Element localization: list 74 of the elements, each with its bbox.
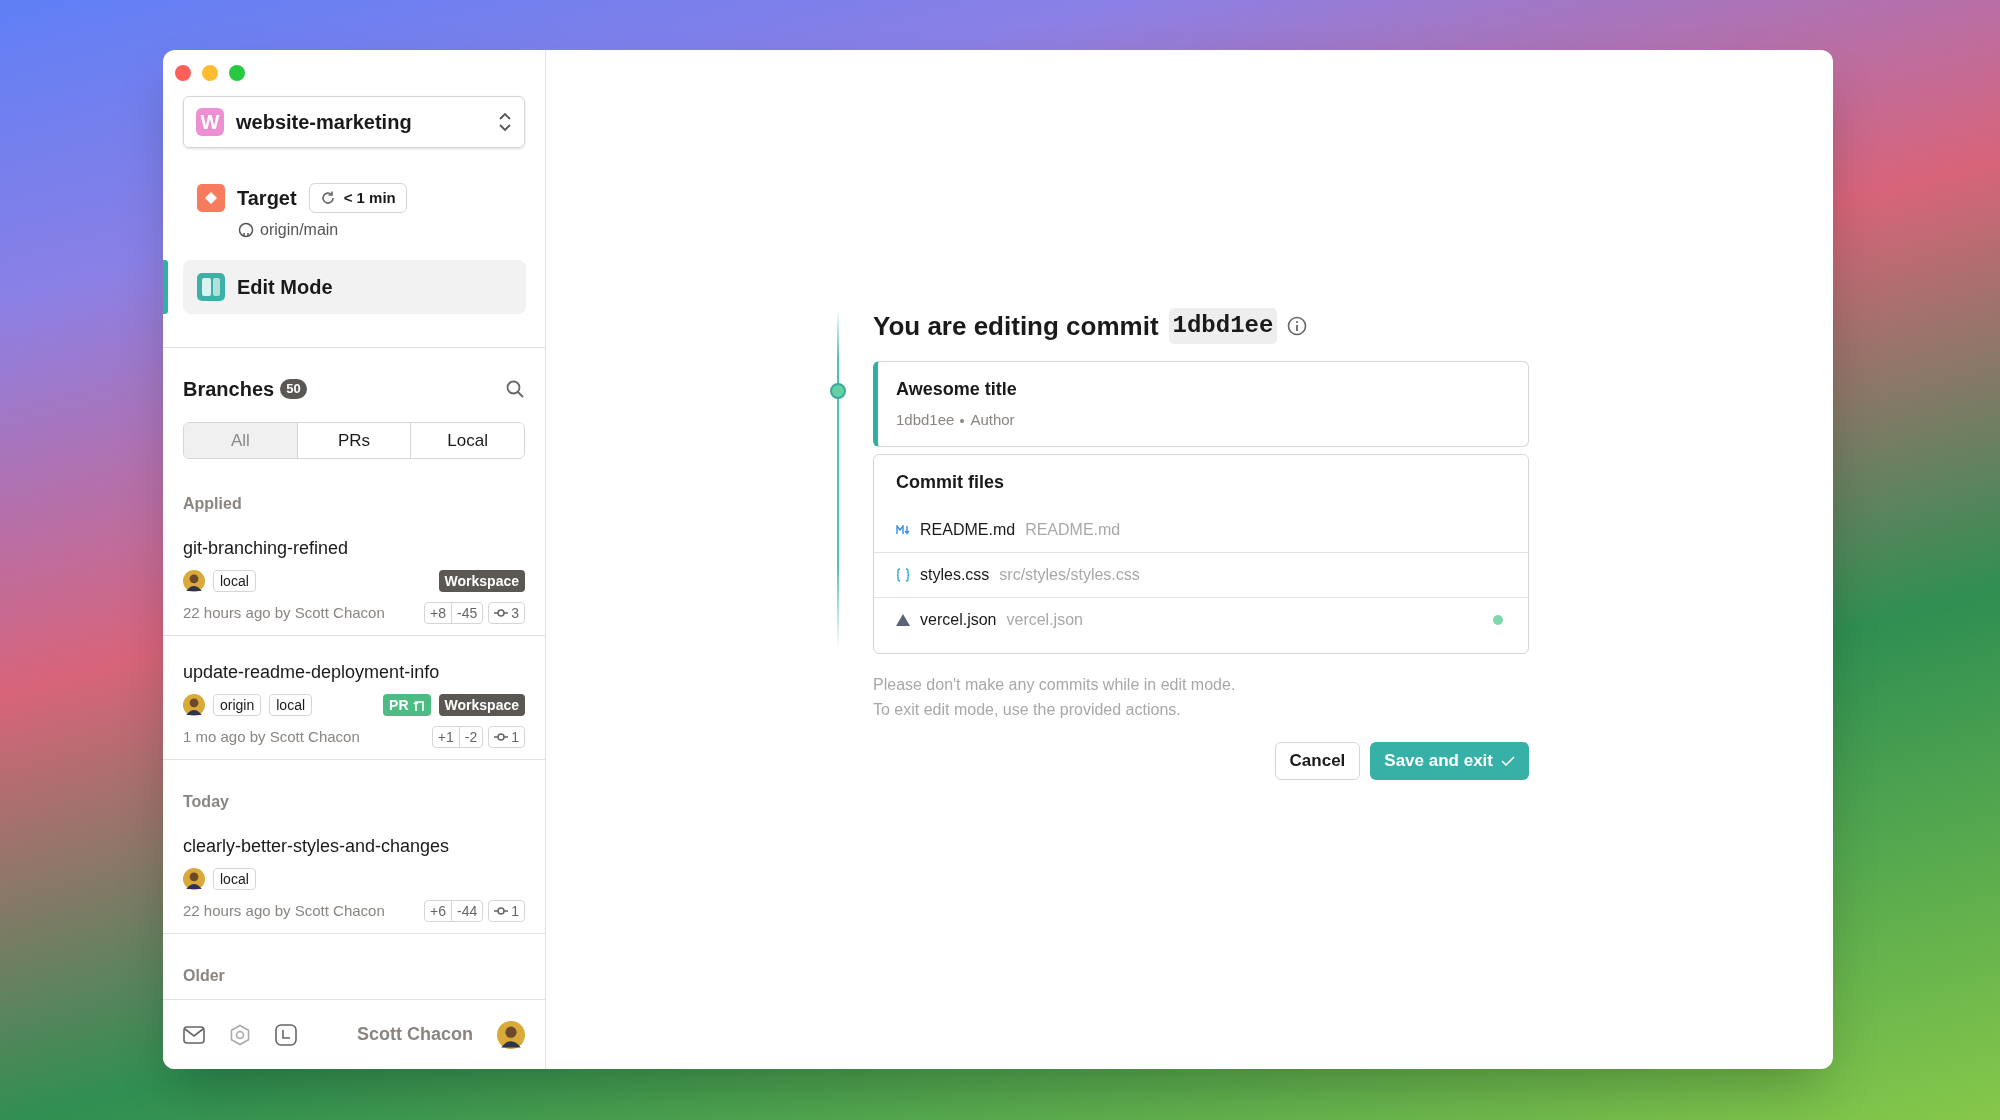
project-selector[interactable]: W website-marketing	[183, 96, 525, 148]
refresh-icon	[319, 190, 336, 206]
triangle-icon	[896, 614, 910, 626]
files-title: Commit files	[895, 471, 1006, 494]
count-badge: 50	[280, 379, 307, 399]
commit-count: 1	[488, 900, 525, 922]
commit-hash: 1dbd1ee	[1168, 308, 1278, 344]
diff-stats: +8 -45	[424, 602, 484, 624]
file-name: vercel.json	[920, 610, 997, 630]
help-text: Please don't make any commits while in edit mode.	[873, 674, 1237, 695]
file-name: README.md	[920, 519, 1016, 540]
branch-tag: local	[213, 868, 256, 890]
markdown-icon	[896, 524, 910, 535]
close-button[interactable]	[175, 65, 191, 81]
chevron-up-down-icon	[498, 112, 512, 132]
braces-icon	[896, 568, 910, 582]
return-arrow-icon	[412, 698, 425, 712]
branch-meta: 1 mo ago by Scott Chacon	[183, 726, 361, 747]
commit-id: 1dbd1ee	[896, 410, 955, 431]
branch-tag: local	[213, 570, 256, 592]
info-icon[interactable]	[1287, 316, 1308, 336]
help-text: To exit edit mode, use the provided actions.	[873, 699, 1182, 720]
commit-icon	[494, 732, 509, 742]
file-path: src/styles/styles.css	[999, 565, 1141, 585]
edit-mode-item[interactable]: Edit Mode	[183, 260, 526, 314]
commit-count: 3	[488, 602, 525, 624]
file-path: README.md	[1025, 519, 1122, 540]
filter-tab[interactable]: Local	[410, 423, 524, 458]
group-label: Older	[182, 966, 226, 984]
sync-badge[interactable]: < 1 min	[308, 183, 407, 213]
avatar-icon	[183, 694, 205, 716]
branch-tag: local	[269, 694, 313, 716]
columns-icon	[197, 273, 225, 301]
branch-meta: 22 hours ago by Scott Chacon	[183, 602, 386, 623]
branch-item[interactable]: git-branching-refined local Workspace 22 hours ago by Scott Chacon +8 -45 3	[163, 512, 545, 636]
branch-item[interactable]: update-readme-deployment-info origin local PR Workspace 1 mo ago by Scott Chacon +1 -2 1	[163, 636, 545, 760]
diff-stats: +1 -2	[431, 726, 484, 748]
check-icon	[1501, 756, 1515, 766]
commit-count: 1	[488, 726, 525, 748]
remote-branch: origin/main	[260, 220, 339, 240]
avatar-icon	[183, 570, 205, 592]
file-row[interactable]: vercel.json vercel.json	[874, 597, 1528, 642]
branch-tag: origin	[213, 694, 262, 716]
user-name: Scott Chacon	[357, 1023, 473, 1046]
avatar-icon	[497, 1020, 525, 1049]
clock-icon[interactable]	[275, 1023, 297, 1046]
cancel-button[interactable]: Cancel	[1274, 742, 1361, 780]
mail-icon[interactable]	[183, 1025, 205, 1044]
commit-icon	[494, 906, 509, 916]
target-label: Target	[237, 186, 297, 211]
workspace-badge: Workspace	[438, 570, 525, 592]
branch-meta: 22 hours ago by Scott Chacon	[183, 900, 386, 921]
file-row[interactable]: styles.css src/styles/styles.css	[874, 552, 1528, 597]
commit-title: Awesome title	[896, 378, 1018, 402]
workspace-badge: Workspace	[438, 694, 525, 716]
diff-stats: +6 -44	[424, 900, 484, 922]
file-row[interactable]: README.md README.md	[874, 507, 1528, 552]
branch-item[interactable]: clearly-better-styles-and-changes local 22 hours ago by Scott Chacon +6 -44 1	[163, 810, 545, 934]
page-heading: You are editing commit	[873, 309, 1159, 343]
avatar-icon	[183, 868, 205, 890]
group-label: Applied	[182, 494, 243, 512]
branch-name: git-branching-refined	[183, 536, 350, 560]
file-path: vercel.json	[1006, 610, 1084, 630]
file-name: styles.css	[920, 565, 990, 585]
project-initial: W	[196, 108, 224, 136]
branch-name: update-readme-deployment-info	[183, 660, 441, 684]
pr-badge: PR	[383, 694, 431, 716]
group-label: Today	[182, 792, 230, 810]
branches-title: Branches	[183, 377, 275, 402]
commit-icon	[494, 608, 509, 618]
commit-author: Author	[970, 410, 1015, 431]
active-indicator	[163, 260, 168, 314]
search-icon[interactable]	[505, 379, 525, 399]
branch-name: clearly-better-styles-and-changes	[183, 834, 451, 858]
